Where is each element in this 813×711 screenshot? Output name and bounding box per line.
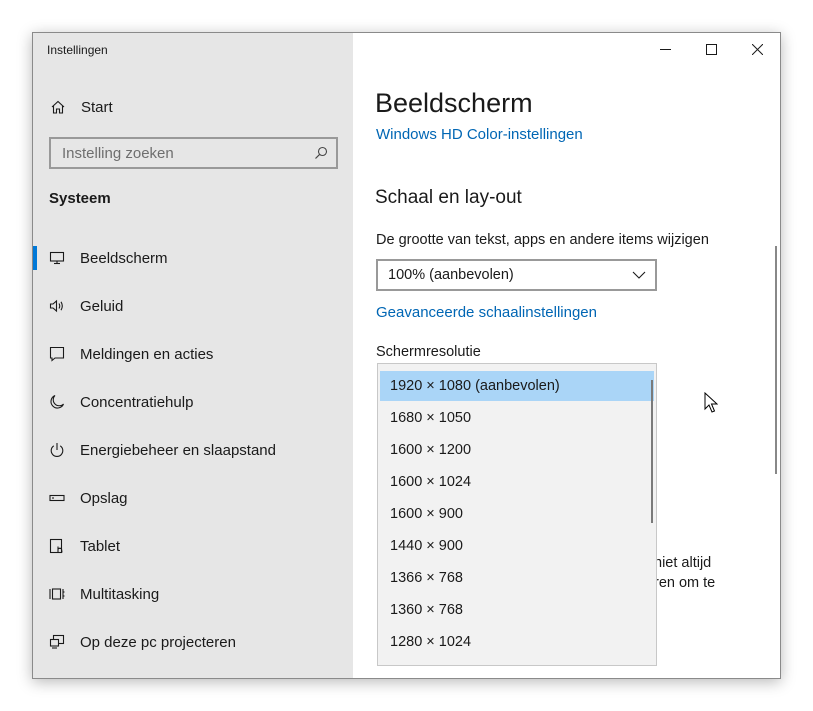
- speaker-icon: [49, 299, 63, 313]
- sidebar-item-label: Opslag: [80, 489, 128, 507]
- multitasking-icon: [49, 588, 65, 600]
- sidebar-item-label: Op deze pc projecteren: [80, 633, 236, 651]
- sidebar-item-energiebeheer[interactable]: Energiebeheer en slaapstand: [33, 426, 353, 474]
- settings-window: Instellingen Start Instelling zoeken Sys…: [32, 32, 781, 679]
- partial-text-line: niet altijd: [654, 555, 712, 571]
- partial-text-line: ren om te: [654, 575, 716, 591]
- resolution-option[interactable]: 1440 × 900: [380, 531, 654, 561]
- sidebar-item-projecteren[interactable]: Op deze pc projecteren: [33, 618, 353, 666]
- monitor-icon: [49, 251, 65, 265]
- home-icon: [51, 100, 65, 114]
- maximize-button[interactable]: [688, 33, 734, 65]
- resolution-option[interactable]: 1280 × 1024: [380, 627, 654, 657]
- sidebar-item-label: Meldingen en acties: [80, 345, 214, 363]
- scale-dropdown[interactable]: 100% (aanbevolen): [376, 259, 657, 291]
- resolution-option[interactable]: 1360 × 768: [380, 595, 654, 625]
- sidebar-item-label: Energiebeheer en slaapstand: [80, 441, 276, 459]
- sidebar-item-label: Geluid: [80, 297, 124, 315]
- section-heading: Systeem: [49, 190, 111, 207]
- sidebar-item-geluid[interactable]: Geluid: [33, 282, 353, 330]
- resolution-option[interactable]: 1600 × 1200: [380, 435, 654, 465]
- search-input[interactable]: Instelling zoeken: [49, 137, 338, 169]
- sidebar-item-concentratiehulp[interactable]: Concentratiehulp: [33, 378, 353, 426]
- scale-section-heading: Schaal en lay-out: [375, 187, 522, 208]
- search-placeholder: Instelling zoeken: [62, 144, 174, 162]
- resolution-option[interactable]: 1680 × 1050: [380, 403, 654, 433]
- sidebar-item-label: Multitasking: [80, 585, 160, 603]
- scale-label: De grootte van tekst, apps en andere ite…: [376, 232, 709, 248]
- resolution-dropdown-list[interactable]: 1920 × 1080 (aanbevolen) 1680 × 1050 160…: [377, 363, 657, 666]
- storage-icon: [49, 494, 65, 502]
- resolution-option[interactable]: 1366 × 768: [380, 563, 654, 593]
- navigation-pane: Instellingen Start Instelling zoeken Sys…: [33, 33, 353, 678]
- minimize-icon: [659, 48, 671, 50]
- notifications-icon: [49, 346, 65, 362]
- sidebar-item-label: Concentratiehulp: [80, 393, 194, 411]
- dropdown-scrollbar[interactable]: [651, 380, 653, 523]
- resolution-label: Schermresolutie: [376, 344, 481, 360]
- nav-list: Beeldscherm Geluid Meldingen en acties C…: [33, 234, 353, 666]
- close-button[interactable]: [734, 33, 780, 65]
- sidebar-item-beeldscherm[interactable]: Beeldscherm: [33, 234, 353, 282]
- close-icon: [751, 43, 763, 55]
- advanced-scaling-link[interactable]: Geavanceerde schaalinstellingen: [376, 304, 597, 321]
- resolution-option[interactable]: 1920 × 1080 (aanbevolen): [380, 371, 654, 401]
- sidebar-item-label: Beeldscherm: [80, 249, 168, 267]
- scale-dropdown-value: 100% (aanbevolen): [388, 267, 514, 283]
- sidebar-item-label: Tablet: [80, 537, 121, 555]
- nav-home[interactable]: Start: [50, 95, 113, 119]
- sidebar-item-multitasking[interactable]: Multitasking: [33, 570, 353, 618]
- minimize-button[interactable]: [642, 33, 688, 65]
- hd-color-link[interactable]: Windows HD Color-instellingen: [376, 126, 583, 143]
- sidebar-item-meldingen[interactable]: Meldingen en acties: [33, 330, 353, 378]
- resolution-option[interactable]: 1600 × 900: [380, 499, 654, 529]
- moon-icon: [50, 394, 65, 409]
- power-icon: [50, 443, 64, 457]
- search-icon[interactable]: [314, 146, 328, 160]
- content-pane: Beeldscherm Windows HD Color-instellinge…: [353, 33, 780, 678]
- page-scrollbar[interactable]: [775, 246, 777, 474]
- tablet-icon: [49, 538, 63, 554]
- chevron-down-icon: [632, 271, 646, 279]
- sidebar-item-tablet[interactable]: Tablet: [33, 522, 353, 570]
- maximize-icon: [705, 43, 717, 55]
- nav-home-label: Start: [81, 98, 113, 116]
- project-icon: [49, 634, 65, 649]
- sidebar-item-opslag[interactable]: Opslag: [33, 474, 353, 522]
- page-title: Beeldscherm: [375, 88, 533, 118]
- partially-hidden-text: niet altijd ren om te: [654, 553, 715, 593]
- window-controls: [642, 33, 780, 65]
- mouse-cursor-icon: [704, 392, 718, 413]
- resolution-option[interactable]: 1600 × 1024: [380, 467, 654, 497]
- app-title: Instellingen: [47, 43, 108, 57]
